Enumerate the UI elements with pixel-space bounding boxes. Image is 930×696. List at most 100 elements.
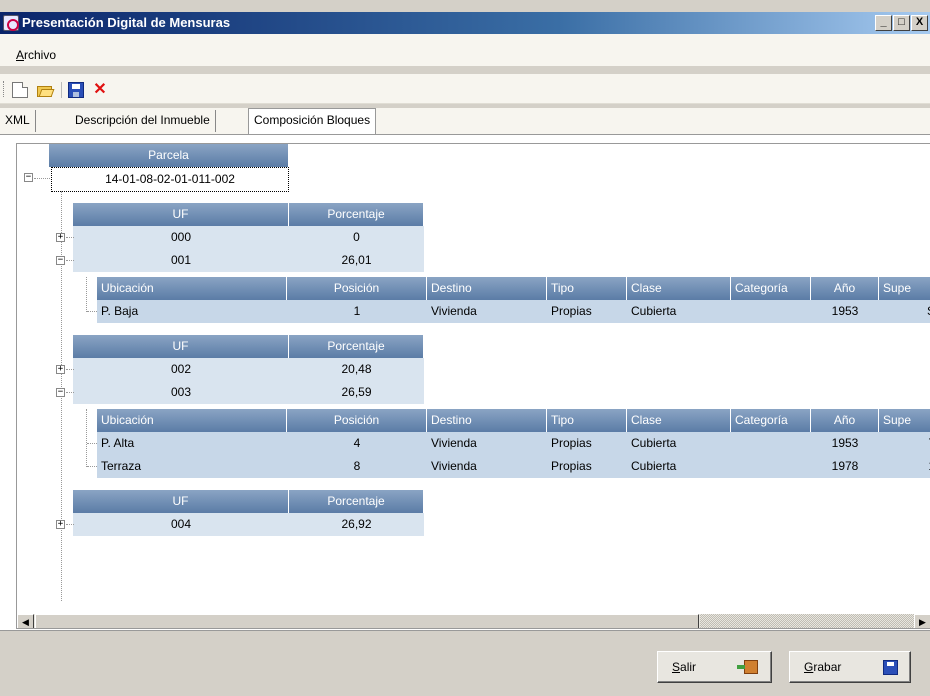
detail-header-sup: Supe [879,277,930,300]
detail-cell-anio[interactable]: 1953 [811,300,879,323]
detail-header-anio: Año [811,409,879,432]
collapse-toggle[interactable]: − [56,256,65,265]
detail-header-posicion: Posición [287,277,427,300]
uf-cell[interactable]: 003 [73,381,289,404]
detail-cell-ubicacion[interactable]: Terraza [97,455,287,478]
scroll-right-icon[interactable]: ▶ [914,614,930,628]
expand-toggle[interactable]: + [56,365,65,374]
tab-strip: XML Descripción del Inmueble Composición… [0,108,930,134]
detail-header-clase: Clase [627,409,731,432]
porcentaje-cell[interactable]: 26,92 [289,513,424,536]
minimize-button[interactable]: _ [875,15,892,31]
expand-toggle[interactable]: + [56,233,65,242]
detail-cell-categoria[interactable] [731,300,811,323]
detail-header-posicion: Posición [287,409,427,432]
tree-connector [34,178,50,179]
tab-descripcion[interactable]: Descripción del Inmueble [70,110,216,132]
uf-cell[interactable]: 000 [73,226,289,249]
collapse-toggle[interactable]: − [24,173,33,182]
detail-cell-anio[interactable]: 1953 [811,432,879,455]
porcentaje-header: Porcentaje [289,203,424,226]
detail-cell-categoria[interactable] [731,432,811,455]
tree-connector [87,311,97,312]
detail-cell-destino[interactable]: Vivienda [427,455,547,478]
save-icon [883,660,898,675]
porcentaje-cell[interactable]: 20,48 [289,358,424,381]
detail-cell-tipo[interactable]: Propias [547,432,627,455]
detail-cell-ubicacion[interactable]: P. Baja [97,300,287,323]
uf-cell[interactable]: 001 [73,249,289,272]
porcentaje-cell[interactable]: 0 [289,226,424,249]
detail-header-sup: Supe [879,409,930,432]
close-button[interactable]: X [911,15,928,31]
detail-header-categoria: Categoría [731,409,811,432]
salir-label: Salir [672,660,697,674]
detail-cell-destino[interactable]: Vivienda [427,300,547,323]
button-bar: Salir Grabar [0,630,930,696]
detail-header-tipo: Tipo [547,277,627,300]
tree-connector [87,443,97,444]
main-window: Presentación Digital de Mensuras _ □ X A… [0,0,930,696]
grabar-label: Grabar [804,660,842,674]
uf-cell[interactable]: 002 [73,358,289,381]
app-icon [3,15,19,31]
detail-cell-anio[interactable]: 1978 [811,455,879,478]
exit-door-icon [737,660,758,674]
porcentaje-cell[interactable]: 26,59 [289,381,424,404]
menu-archivo[interactable]: Archivo [16,48,56,62]
detail-header-tipo: Tipo [547,409,627,432]
detail-cell-posicion[interactable]: 8 [287,455,427,478]
detail-cell-tipo[interactable]: Propias [547,300,627,323]
detail-header-anio: Año [811,277,879,300]
porcentaje-cell[interactable]: 26,01 [289,249,424,272]
detail-cell-categoria[interactable] [731,455,811,478]
expand-toggle[interactable]: + [56,520,65,529]
toolbar: ✕ [0,74,930,104]
detail-cell-sup[interactable]: 1 [879,455,930,478]
window-title: Presentación Digital de Mensuras [22,15,231,30]
detail-cell-ubicacion[interactable]: P. Alta [97,432,287,455]
maximize-button[interactable]: □ [893,15,910,31]
menu-bar: Archivo [0,34,930,66]
toolbar-grip[interactable] [3,81,6,97]
detail-header-ubicacion: Ubicación [97,277,287,300]
uf-header: UF [73,203,289,226]
detail-cell-clase[interactable]: Cubierta [627,432,731,455]
porcentaje-header: Porcentaje [289,335,424,358]
detail-cell-posicion[interactable]: 4 [287,432,427,455]
open-folder-icon[interactable] [37,82,55,98]
title-bar: Presentación Digital de Mensuras _ □ X [0,12,930,34]
collapse-toggle[interactable]: − [56,388,65,397]
detail-cell-posicion[interactable]: 1 [287,300,427,323]
tree-connector [86,409,87,467]
detail-cell-destino[interactable]: Vivienda [427,432,547,455]
salir-button[interactable]: Salir [657,651,772,683]
porcentaje-header: Porcentaje [289,490,424,513]
detail-cell-tipo[interactable]: Propias [547,455,627,478]
grabar-button[interactable]: Grabar [789,651,911,683]
detail-cell-clase[interactable]: Cubierta [627,300,731,323]
parcela-header: Parcela [49,144,289,167]
horizontal-scrollbar[interactable]: ◀ ▶ [17,614,930,628]
tab-composicion[interactable]: Composición Bloques [248,108,377,134]
save-icon[interactable] [68,82,84,98]
detail-cell-sup[interactable]: 7 [879,432,930,455]
parcela-cell[interactable]: 14-01-08-02-01-011-002 [51,167,289,192]
detail-header-ubicacion: Ubicación [97,409,287,432]
scroll-track[interactable] [700,614,914,628]
uf-header: UF [73,335,289,358]
detail-cell-clase[interactable]: Cubierta [627,455,731,478]
tab-content: Parcela −14-01-08-02-01-011-002 UF Porcenta… [0,134,930,630]
new-document-icon[interactable] [12,82,28,98]
tab-xml[interactable]: XML [0,110,36,132]
detail-header-clase: Clase [627,277,731,300]
tree-connector [86,277,87,312]
scroll-left-icon[interactable]: ◀ [17,614,34,628]
detail-cell-sup[interactable]: S [879,300,930,323]
tree-connector [87,466,97,467]
detail-header-destino: Destino [427,277,547,300]
scroll-thumb[interactable] [35,614,699,628]
delete-icon[interactable]: ✕ [92,82,108,98]
uf-cell[interactable]: 004 [73,513,289,536]
detail-header-destino: Destino [427,409,547,432]
